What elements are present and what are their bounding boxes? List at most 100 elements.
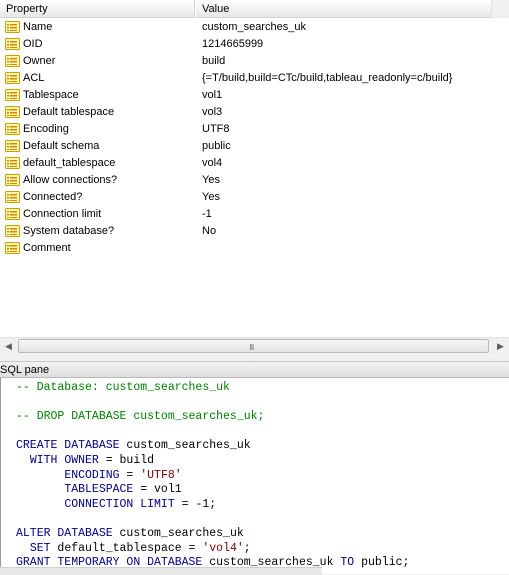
property-row[interactable]: Encoding UTF8 bbox=[0, 121, 509, 138]
property-name: Owner bbox=[23, 55, 56, 67]
property-row[interactable]: Connection limit -1 bbox=[0, 206, 509, 223]
sql-token: public; bbox=[354, 556, 410, 570]
sql-pane-header: SQL pane bbox=[0, 361, 509, 378]
scrollbar-grip: III bbox=[249, 343, 255, 352]
sql-code[interactable]: -- Database: custom_searches_uk -- DROP … bbox=[1, 378, 509, 571]
property-name: Name bbox=[23, 21, 53, 33]
sql-token: SET bbox=[29, 541, 51, 555]
property-row[interactable]: Connected? Yes bbox=[0, 189, 509, 206]
property-name: Connected? bbox=[23, 191, 83, 203]
property-name: default_tablespace bbox=[23, 157, 116, 169]
property-row[interactable]: OID 1214665999 bbox=[0, 36, 509, 53]
property-row[interactable]: default_tablespace vol4 bbox=[0, 155, 509, 172]
property-name: Default tablespace bbox=[23, 106, 115, 118]
property-icon bbox=[5, 72, 20, 84]
sql-token: TABLESPACE bbox=[64, 483, 134, 497]
property-icon bbox=[5, 208, 20, 220]
sql-token: = -1; bbox=[174, 497, 217, 511]
column-header-property[interactable]: Property bbox=[0, 0, 195, 18]
sql-token: 'UTF8' bbox=[140, 468, 182, 482]
property-value: build bbox=[202, 55, 226, 67]
property-name: Allow connections? bbox=[23, 174, 118, 186]
property-value: Yes bbox=[202, 191, 220, 203]
property-name: Encoding bbox=[23, 123, 69, 135]
property-rows: Name custom_searches_uk OID 1214665999 Owner… bbox=[0, 19, 509, 257]
sql-token: CONNECTION LIMIT bbox=[64, 497, 175, 511]
scrollbar-thumb[interactable]: III bbox=[18, 339, 489, 353]
property-icon bbox=[5, 242, 20, 254]
property-row[interactable]: Comment bbox=[0, 240, 509, 257]
property-row[interactable]: Default tablespace vol3 bbox=[0, 104, 509, 121]
property-value: 1214665999 bbox=[202, 38, 264, 50]
property-name: Comment bbox=[23, 242, 71, 254]
property-value: vol4 bbox=[202, 157, 223, 169]
sql-token: TO bbox=[340, 556, 355, 570]
property-value: public bbox=[202, 140, 231, 152]
property-row[interactable]: System database? No bbox=[0, 223, 509, 240]
property-value: vol3 bbox=[202, 106, 223, 118]
property-icon bbox=[5, 174, 20, 186]
property-value: UTF8 bbox=[202, 123, 230, 135]
sql-token: -- Database: custom_searches_uk bbox=[16, 381, 230, 394]
sql-pane[interactable]: -- Database: custom_searches_uk -- DROP … bbox=[0, 378, 509, 574]
horizontal-scrollbar[interactable]: ◀ III ▶ bbox=[0, 337, 509, 355]
column-header-value-label: Value bbox=[202, 3, 230, 15]
property-row[interactable]: ACL {=T/build,build=CTc/build,tableau_rea… bbox=[0, 70, 509, 87]
property-row[interactable]: Tablespace vol1 bbox=[0, 87, 509, 104]
property-value: No bbox=[202, 225, 217, 237]
scroll-right-arrow-icon[interactable]: ▶ bbox=[492, 338, 509, 355]
property-icon bbox=[5, 38, 20, 50]
property-value: Yes bbox=[202, 174, 220, 186]
property-row[interactable]: Default schema public bbox=[0, 138, 509, 155]
sql-token: WITH OWNER bbox=[29, 453, 99, 467]
sql-line bbox=[16, 425, 509, 440]
property-name: System database? bbox=[23, 225, 115, 237]
property-value: vol1 bbox=[202, 89, 223, 101]
sql-line: -- Database: custom_searches_uk bbox=[16, 381, 509, 396]
sql-token: = build bbox=[98, 453, 155, 467]
column-header-value[interactable]: Value bbox=[196, 0, 509, 18]
property-row[interactable]: Allow connections? Yes bbox=[0, 172, 509, 189]
sql-line: ALTER DATABASE custom_searches_uk bbox=[16, 527, 509, 542]
sql-token: ENCODING bbox=[64, 468, 120, 482]
property-value: {=T/build,build=CTc/build,tableau_readon… bbox=[202, 72, 453, 84]
sql-token: ALTER DATABASE bbox=[16, 526, 113, 540]
property-icon bbox=[5, 140, 20, 152]
sql-line bbox=[16, 512, 509, 527]
sql-token: CREATE DATABASE bbox=[16, 439, 120, 453]
property-name: ACL bbox=[23, 72, 45, 84]
sql-line: CREATE DATABASE custom_searches_uk bbox=[16, 439, 509, 454]
property-row[interactable]: Name custom_searches_uk bbox=[0, 19, 509, 36]
property-name: OID bbox=[23, 38, 43, 50]
scroll-left-arrow-icon[interactable]: ◀ bbox=[0, 338, 17, 355]
property-row[interactable]: Owner build bbox=[0, 53, 509, 70]
sql-token: -- DROP DATABASE custom_searches_uk; bbox=[16, 410, 265, 424]
property-icon bbox=[5, 191, 20, 203]
property-value: custom_searches_uk bbox=[202, 21, 306, 33]
sql-line: CONNECTION LIMIT = -1; bbox=[16, 498, 509, 513]
sql-token: 'vol4' bbox=[202, 541, 244, 555]
sql-line: TABLESPACE = vol1 bbox=[16, 483, 509, 498]
property-icon bbox=[5, 21, 20, 33]
property-icon bbox=[5, 157, 20, 169]
sql-line bbox=[16, 396, 509, 411]
sql-line: SET default_tablespace = 'vol4'; bbox=[16, 542, 509, 557]
header-scroll-corner bbox=[491, 0, 509, 18]
property-name: Tablespace bbox=[23, 89, 79, 101]
sql-token: = vol1 bbox=[133, 483, 182, 497]
property-icon bbox=[5, 225, 20, 237]
property-icon bbox=[5, 123, 20, 135]
sql-token: ; bbox=[243, 541, 251, 555]
sql-line: ENCODING = 'UTF8' bbox=[16, 469, 509, 484]
properties-grid: Property Value Name custom_searches_uk OID… bbox=[0, 0, 509, 338]
property-icon bbox=[5, 106, 20, 118]
property-name: Connection limit bbox=[23, 208, 102, 220]
sql-token: default_tablespace = bbox=[50, 541, 203, 555]
sql-token: custom_searches_uk bbox=[112, 526, 244, 540]
sql-line: -- DROP DATABASE custom_searches_uk; bbox=[16, 410, 509, 425]
